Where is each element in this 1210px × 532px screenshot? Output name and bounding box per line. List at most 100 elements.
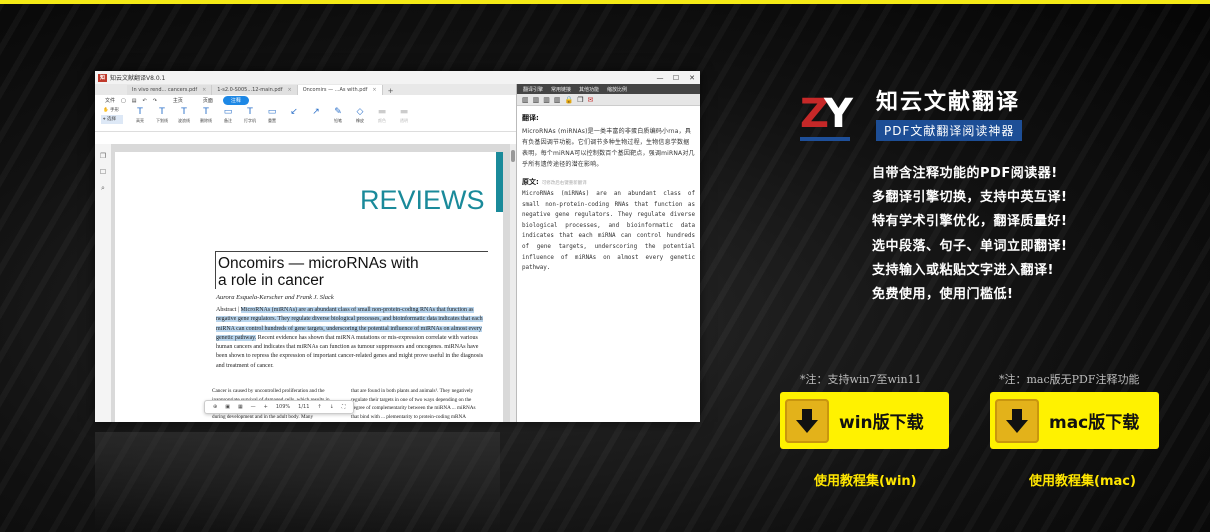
maximize-icon[interactable]: ☐ (668, 74, 684, 82)
brand-text: 知云文献翻译 PDF文献翻译阅读神器 (876, 90, 1023, 141)
zy-logo-icon: Z Y (800, 90, 853, 141)
win-note: *注：支持win7至win11 (800, 373, 922, 386)
layout-2-icon[interactable]: ▥ (533, 96, 540, 104)
tool-label: 打字机 (244, 118, 256, 123)
tool-label: 波浪线 (178, 118, 190, 123)
pencil-icon: ✎ (334, 107, 342, 117)
menu-home[interactable]: 主页 (173, 97, 183, 104)
arrow-icon: ↗ (312, 107, 320, 117)
bookmark-icon[interactable]: ☐ (100, 168, 106, 176)
double-page-icon[interactable]: ▦ (238, 404, 243, 410)
download-arrow-icon (785, 398, 829, 443)
app-window-screenshot: 知 知云文献翻译V8.0.1 — ☐ ✕ In vivo rend... can… (95, 71, 700, 422)
note-tool[interactable]: ▭ 备注 (217, 106, 239, 124)
tool-label: 铅笔 (334, 118, 342, 123)
menu-links[interactable]: 常用链接 (551, 86, 571, 93)
search-icon[interactable]: ⌕ (101, 184, 105, 193)
page-number[interactable]: 1/11 (298, 404, 309, 410)
window-reflection (95, 432, 500, 532)
minimize-icon[interactable]: — (652, 74, 668, 82)
mail-icon[interactable]: ✉ (588, 96, 594, 104)
tab-close-icon[interactable]: × (287, 87, 291, 93)
menu-annotate[interactable]: 注释 (222, 96, 249, 105)
win-download-button[interactable]: win版下载 (780, 392, 949, 449)
next-page-icon[interactable]: ↓ (330, 404, 334, 410)
scroll-thumb[interactable] (511, 150, 515, 162)
document-viewport[interactable]: REVIEWS Oncomirs — microRNAs with a role… (111, 144, 516, 422)
menu-engine[interactable]: 翻译引擎 (523, 86, 543, 93)
note-icon: ▭ (223, 107, 233, 117)
save-icon[interactable]: ▢ (121, 98, 126, 104)
download-arrow-icon (995, 398, 1039, 443)
feature-item: 免费使用，使用门槛低! (872, 287, 1014, 303)
close-icon[interactable]: ✕ (684, 74, 700, 82)
window-controls: — ☐ ✕ (652, 74, 700, 82)
copy-icon[interactable]: ❐ (577, 96, 583, 104)
title-bar: 知 知云文献翻译V8.0.1 — ☐ ✕ (95, 71, 700, 84)
wavy-tool[interactable]: T 波浪线 (173, 106, 195, 124)
layout-4-icon[interactable]: ▥ (554, 96, 561, 104)
mac-tutorial-link[interactable]: 使用教程集(mac) (1029, 470, 1136, 489)
reset-tool[interactable]: ▭ 重置 (261, 106, 283, 124)
feature-list: 自带含注释功能的PDF阅读器! 多翻译引擎切换，支持中英互译! 特有学术引擎优化… (872, 162, 1067, 307)
zoom-in-icon[interactable]: + (264, 404, 268, 410)
original-heading-row: 原文: 可修改后右键重新翻译 (522, 177, 700, 187)
strikeout-icon: T (203, 107, 209, 117)
mac-download-button[interactable]: mac版下载 (990, 392, 1159, 449)
lock-icon[interactable]: 🔒 (565, 96, 574, 104)
layout-1-icon[interactable]: ▥ (522, 96, 529, 104)
app-logo-icon: 知 (98, 73, 107, 82)
article-authors: Aurora Esquela-Kerscher and Frank J. Sla… (216, 294, 334, 301)
undo-icon[interactable]: ↶ (142, 98, 146, 104)
strikeout-tool[interactable]: T 删除线 (195, 106, 217, 124)
highlight-icon: T (137, 107, 143, 117)
feature-item: 选中段落、句子、单词立即翻译! (872, 238, 1068, 254)
translation-pane: 翻译引擎 常用链接 其他功能 缩放比例 ▥ ▥ ▥ ▥ 🔒 ❐ ✉ 翻译: Mi… (516, 84, 700, 422)
line-icon: ↙ (290, 107, 298, 117)
zoom-out-icon[interactable]: — (251, 404, 256, 410)
prev-page-icon[interactable]: ↑ (317, 404, 321, 410)
add-tab-button[interactable]: + (383, 87, 399, 95)
redo-icon[interactable]: ↷ (153, 98, 157, 104)
typewriter-tool[interactable]: T 打字机 (239, 106, 261, 124)
menu-other[interactable]: 其他功能 (579, 86, 599, 93)
arrow-tool[interactable]: ↗ (305, 106, 327, 118)
tab-close-icon[interactable]: × (372, 87, 376, 93)
layout-3-icon[interactable]: ▥ (543, 96, 550, 104)
tool-label: 下划线 (156, 118, 168, 123)
single-page-icon[interactable]: ▣ (225, 404, 230, 410)
tab-doc-2[interactable]: 1-s2.0-S005...12-main.pdf × (212, 85, 298, 95)
tool-label: 橡皮 (356, 118, 364, 123)
eraser-tool[interactable]: ◇ 橡皮 (349, 106, 371, 124)
opacity-tool[interactable]: ▬ 透明 (393, 106, 415, 124)
menu-page[interactable]: 页面 (203, 97, 213, 104)
hand-tool[interactable]: ✋ 手形 (101, 106, 123, 115)
fit-width-icon[interactable]: ⊕ (213, 404, 217, 410)
underline-tool[interactable]: T 下划线 (151, 106, 173, 124)
highlight-tool[interactable]: T 高亮 (129, 106, 151, 124)
side-strip: ❐ ☐ ⌕ (95, 144, 112, 422)
pages-icon[interactable]: ❐ (100, 152, 106, 160)
color-tool[interactable]: ▬ 颜色 (371, 106, 393, 124)
pencil-tool[interactable]: ✎ 铅笔 (327, 106, 349, 124)
menu-file[interactable]: 文件 (105, 97, 115, 104)
app-name: 知云文献翻译 (876, 90, 1021, 115)
tab-doc-3[interactable]: Oncomirs — ...As with.pdf × (297, 85, 383, 95)
win-tutorial-link[interactable]: 使用教程集(win) (814, 470, 917, 489)
print-icon[interactable]: ▤ (132, 98, 137, 104)
tab-close-icon[interactable]: × (202, 87, 206, 93)
title-line-2: a role in cancer (218, 272, 324, 289)
original-text[interactable]: MicroRNAs (miRNAs) are an abundant class… (522, 189, 695, 274)
menu-bar: 文件 ▢ ▤ ↶ ↷ 主页 页面 注释 (95, 95, 516, 106)
abstract[interactable]: Abstract | MicroRNAs (miRNAs) are an abu… (216, 306, 484, 371)
fullscreen-icon[interactable]: ⛶ (342, 404, 346, 410)
hand-select-group: ✋ 手形 ⌖ 选择 (101, 106, 123, 124)
translator-menu: 翻译引擎 常用链接 其他功能 缩放比例 (517, 84, 700, 94)
select-tool[interactable]: ⌖ 选择 (101, 115, 123, 124)
zoom-level[interactable]: 109% (276, 404, 290, 410)
menu-zoom[interactable]: 缩放比例 (607, 86, 627, 93)
abstract-rest: Recent evidence has shown that miRNA mut… (216, 334, 484, 369)
tool-label: 透明 (400, 118, 408, 123)
tab-doc-1[interactable]: In vivo rend... cancers.pdf × (127, 85, 213, 95)
line-tool[interactable]: ↙ (283, 106, 305, 118)
